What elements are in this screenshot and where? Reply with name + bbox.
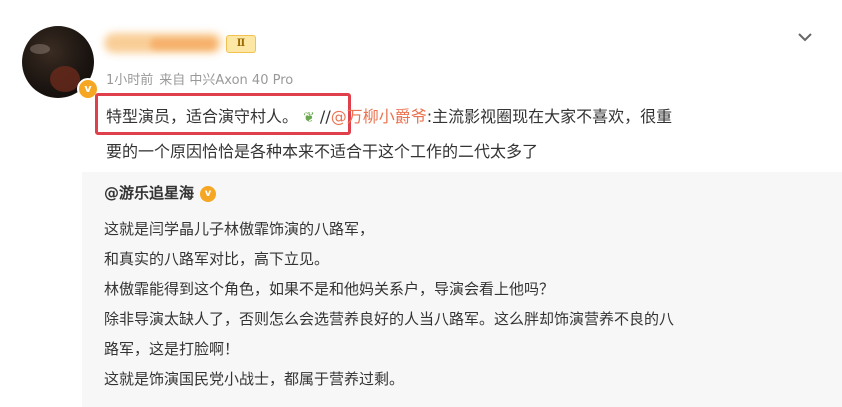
post-time[interactable]: 1小时前 [106,73,153,88]
repost-prefix: // [314,107,331,126]
leaf-emoji-icon: ❦ [303,110,315,126]
retweet-verified-icon: v [200,186,217,202]
retweet-line: 林傲霏能得到这个角色，如果不是和他妈关系户，导演会看上他吗？ [104,280,555,298]
post-source: 来自 中兴Axon 40 Pro [159,73,294,88]
post-header: v Ⅱ 1小时前 来自 中兴Axon 40 Pro 特型演员，适合演守村人。 ❦ … [0,0,842,172]
retweet-author[interactable]: @游乐追星海 [104,184,194,202]
avatar-shade [50,66,80,92]
avatar-highlight [30,44,50,54]
retweet-line: 除非导演太缺人了，否则怎么会选营养良好的人当八路军。这么胖却饰演营养不良的八 [104,310,675,328]
mention-link[interactable]: @万柳小爵爷 [331,107,427,126]
retweet-author-row: @游乐追星海 v [104,182,217,203]
retweet-line: 路军，这是打脸啊！ [104,340,240,358]
level-badge-icon: Ⅱ [226,35,256,53]
highlighted-text: 特型演员，适合演守村人。 [106,107,299,126]
post-meta: 1小时前 来自 中兴Axon 40 Pro [106,69,299,88]
chevron-down-icon[interactable] [794,26,816,48]
comment-line-2: 要的一个原因恰恰是各种本来不适合干这个工作的二代太多了 [106,142,539,161]
username-redacted-overlay [150,38,216,50]
retweet-text: 这就是闫学晶儿子林傲霏饰演的八路军， 和真实的八路军对比，高下立见。 林傲霏能得… [104,214,824,394]
post-content: 特型演员，适合演守村人。 ❦ //@万柳小爵爷:主流影视圈现在大家不喜欢，很重 … [106,100,816,168]
retweet-line: 这就是饰演国民党小战士，都属于营养过剩。 [104,370,405,388]
retweet-line: 和真实的八路军对比，高下立见。 [104,250,330,268]
retweet-card[interactable]: @游乐追星海 v 这就是闫学晶儿子林傲霏饰演的八路军， 和真实的八路军对比，高下立… [82,172,842,407]
comment-line-1: :主流影视圈现在大家不喜欢，很重 [426,107,673,126]
retweet-line: 这就是闫学晶儿子林傲霏饰演的八路军， [104,220,375,238]
